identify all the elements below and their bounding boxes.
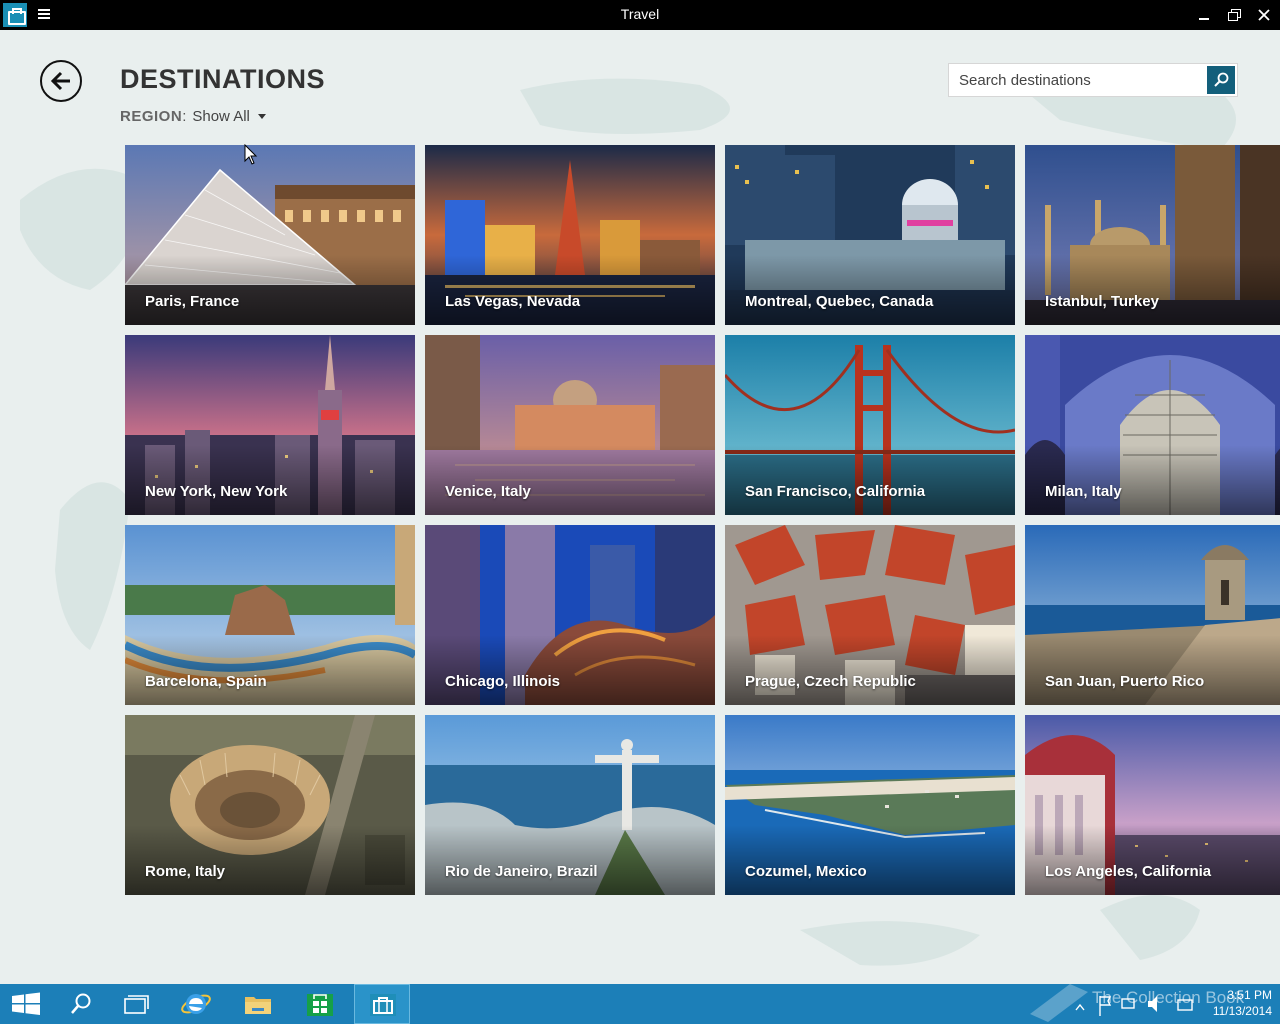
- destination-tile[interactable]: Las Vegas, Nevada: [425, 145, 715, 325]
- internet-explorer-icon: [181, 994, 211, 1014]
- restore-button[interactable]: [1218, 0, 1250, 30]
- region-filter: REGION : Show All: [120, 108, 266, 125]
- mouse-cursor-icon: [244, 144, 258, 165]
- arrow-left-icon: [50, 71, 70, 91]
- store-button[interactable]: [292, 984, 348, 1024]
- region-colon: :: [182, 108, 187, 125]
- destination-label: Prague, Czech Republic: [745, 673, 916, 690]
- chevron-up-icon: [1075, 1003, 1085, 1011]
- destination-tile[interactable]: Istanbul, Turkey: [1025, 145, 1280, 325]
- file-explorer-button[interactable]: [230, 984, 286, 1024]
- destinations-grid: Paris, France Las Vegas, Nevada Montreal…: [125, 145, 1280, 895]
- destination-label: Los Angeles, California: [1045, 863, 1212, 880]
- start-button[interactable]: [0, 984, 56, 1024]
- region-value: Show All: [192, 108, 250, 125]
- clock-time: 3:51 PM: [1227, 988, 1272, 1002]
- search-taskbar-button[interactable]: [52, 984, 108, 1024]
- destination-label: Paris, France: [145, 293, 240, 310]
- clock[interactable]: 3:51 PM 11/13/2014: [1200, 987, 1272, 1019]
- travel-app-icon: [370, 994, 396, 1016]
- destination-tile[interactable]: Chicago, Illinois: [425, 525, 715, 705]
- destination-label: Rio de Janeiro, Brazil: [445, 863, 598, 880]
- destination-label: Barcelona, Spain: [145, 673, 267, 690]
- region-label: REGION: [120, 108, 183, 125]
- destination-label: San Juan, Puerto Rico: [1045, 673, 1205, 690]
- destination-tile[interactable]: Barcelona, Spain: [125, 525, 415, 705]
- search-icon: [71, 993, 91, 1014]
- destination-tile[interactable]: Paris, France: [125, 145, 415, 325]
- destination-label: Rome, Italy: [145, 863, 226, 880]
- book-logo-icon: [1030, 984, 1088, 1022]
- destination-tile[interactable]: Rome, Italy: [125, 715, 415, 895]
- close-button[interactable]: [1248, 0, 1280, 30]
- destination-label: Chicago, Illinois: [445, 673, 561, 690]
- destination-tile[interactable]: Los Angeles, California: [1025, 715, 1280, 895]
- destination-label: Istanbul, Turkey: [1045, 293, 1159, 310]
- close-icon: [1258, 9, 1270, 21]
- clock-date: 11/13/2014: [1212, 1004, 1272, 1018]
- window-title: Travel: [620, 6, 660, 22]
- destination-tile[interactable]: San Francisco, California: [725, 335, 1015, 515]
- destination-label: Montreal, Quebec, Canada: [745, 293, 934, 310]
- task-view-button[interactable]: [108, 984, 164, 1024]
- search-button[interactable]: [1207, 66, 1235, 94]
- internet-explorer-button[interactable]: [168, 984, 224, 1024]
- page-title: DESTINATIONS: [120, 64, 326, 94]
- destination-tile[interactable]: Venice, Italy: [425, 335, 715, 515]
- search-icon: [1214, 72, 1229, 87]
- destination-tile[interactable]: Rio de Janeiro, Brazil: [425, 715, 715, 895]
- back-button[interactable]: [40, 60, 82, 102]
- region-dropdown[interactable]: Show All: [192, 108, 266, 125]
- destination-label: New York, New York: [145, 483, 288, 500]
- destination-tile[interactable]: Cozumel, Mexico: [725, 715, 1015, 895]
- travel-taskbar-button[interactable]: [354, 984, 410, 1024]
- destination-tile[interactable]: New York, New York: [125, 335, 415, 515]
- task-view-icon: [124, 995, 149, 1014]
- store-icon: [307, 994, 333, 1016]
- start-icon: [12, 992, 40, 1015]
- destination-label: Milan, Italy: [1045, 483, 1122, 500]
- destination-label: Venice, Italy: [445, 483, 531, 500]
- minimize-button[interactable]: [1188, 0, 1220, 30]
- destination-label: San Francisco, California: [745, 483, 926, 500]
- destination-tile[interactable]: Montreal, Quebec, Canada: [725, 145, 1015, 325]
- file-explorer-icon: [245, 997, 271, 1014]
- destination-tile[interactable]: San Juan, Puerto Rico: [1025, 525, 1280, 705]
- destination-tile[interactable]: Milan, Italy: [1025, 335, 1280, 515]
- destination-label: Cozumel, Mexico: [745, 863, 867, 880]
- search-input[interactable]: [949, 64, 1209, 96]
- taskbar: The Collection Book 3:51 PM 11/13/2014: [0, 984, 1280, 1024]
- chevron-down-icon: [257, 114, 266, 119]
- destination-tile[interactable]: Prague, Czech Republic: [725, 525, 1015, 705]
- search-box: [948, 63, 1238, 97]
- destination-label: Las Vegas, Nevada: [445, 293, 581, 310]
- title-bar: Travel: [0, 0, 1280, 30]
